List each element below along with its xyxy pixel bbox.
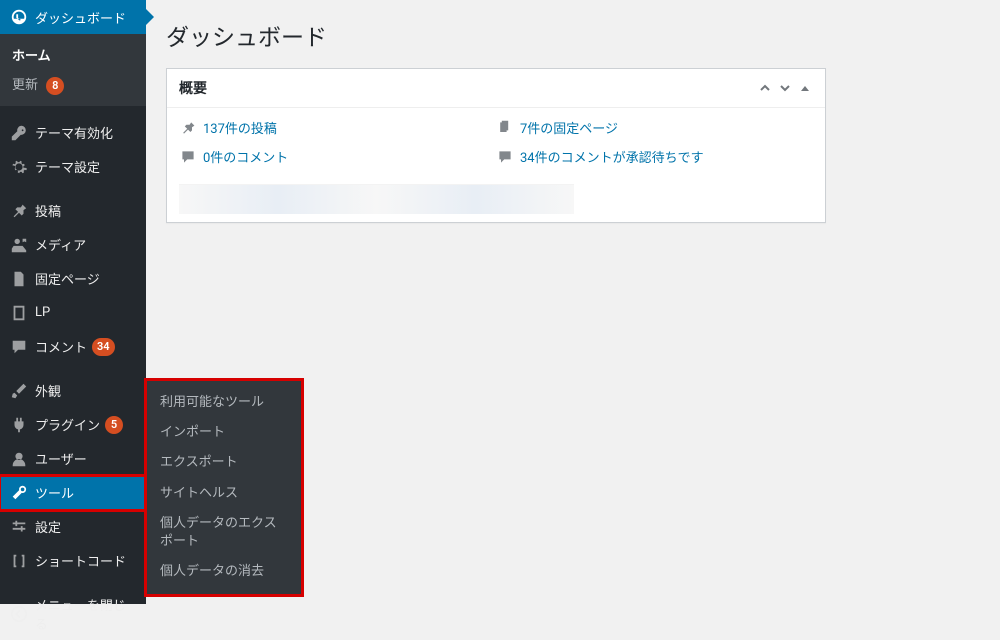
sidebar-label: プラグイン (35, 415, 100, 434)
sidebar-item-dashboard[interactable]: ダッシュボード (0, 0, 146, 34)
admin-sidebar: ダッシュボード ホーム 更新 8 テーマ有効化 テーマ設定 投稿 メディア (0, 0, 146, 604)
posts-link[interactable]: 137件の投稿 (203, 118, 277, 137)
media-icon (9, 235, 29, 255)
pages-link[interactable]: 7件の固定ページ (520, 118, 618, 137)
sidebar-item-tools[interactable]: ツール (0, 476, 146, 510)
comment-icon (496, 148, 514, 166)
sidebar-label: 設定 (35, 517, 61, 536)
pending-comments-link[interactable]: 34件のコメントが承認待ちです (520, 147, 704, 166)
sidebar-label: メディア (35, 235, 86, 254)
sidebar-label: テーマ有効化 (35, 123, 113, 142)
panel-title: 概要 (179, 78, 207, 98)
sidebar-label: ショートコード (35, 551, 126, 570)
flyout-item-import[interactable]: インポート (146, 418, 302, 448)
comment-icon (9, 337, 29, 357)
sidebar-label: 投稿 (35, 201, 61, 220)
sidebar-subitem-home[interactable]: ホーム (0, 40, 146, 69)
flyout-item-export-personal-data[interactable]: 個人データのエクスポート (146, 509, 302, 557)
comments-link[interactable]: 0件のコメント (203, 147, 288, 166)
stat-comments: 0件のコメント (179, 147, 496, 166)
plugins-badge: 5 (105, 416, 123, 434)
sidebar-item-posts[interactable]: 投稿 (0, 194, 146, 228)
sidebar-label: コメント (35, 337, 87, 356)
flyout-item-available-tools[interactable]: 利用可能なツール (146, 388, 302, 418)
key-icon (9, 123, 29, 143)
sidebar-item-comments[interactable]: コメント 34 (0, 330, 146, 364)
user-icon (9, 449, 29, 469)
sidebar-subitem-updates[interactable]: 更新 8 (0, 69, 146, 100)
tools-flyout-submenu: 利用可能なツール インポート エクスポート サイトヘルス 個人データのエクスポー… (146, 380, 302, 595)
panel-controls (757, 82, 813, 94)
stat-pages: 7件の固定ページ (496, 118, 813, 137)
pin-icon (9, 201, 29, 221)
sidebar-label: ツール (35, 483, 74, 502)
gear-icon (9, 157, 29, 177)
stat-pending-comments: 34件のコメントが承認待ちです (496, 147, 813, 166)
stat-posts: 137件の投稿 (179, 118, 496, 137)
plugin-icon (9, 415, 29, 435)
page-icon (9, 269, 29, 289)
flyout-item-erase-personal-data[interactable]: 個人データの消去 (146, 557, 302, 587)
brush-icon (9, 381, 29, 401)
sidebar-item-lp[interactable]: LP (0, 296, 146, 330)
sidebar-item-settings[interactable]: 設定 (0, 510, 146, 544)
panel-toggle-up-icon[interactable] (757, 82, 773, 94)
sidebar-item-pages[interactable]: 固定ページ (0, 262, 146, 296)
comment-icon (179, 148, 197, 166)
sidebar-item-users[interactable]: ユーザー (0, 442, 146, 476)
sidebar-item-plugins[interactable]: プラグイン 5 (0, 408, 146, 442)
flyout-item-export[interactable]: エクスポート (146, 448, 302, 478)
sidebar-label: テーマ設定 (35, 157, 100, 176)
pages-icon (496, 119, 514, 137)
panel-footer-skeleton (179, 184, 574, 214)
overview-panel: 概要 137件の投稿 (166, 68, 826, 223)
sidebar-item-theme-activate[interactable]: テーマ有効化 (0, 116, 146, 150)
sidebar-item-media[interactable]: メディア (0, 228, 146, 262)
page-title: ダッシュボード (166, 18, 980, 52)
wrench-icon (9, 483, 29, 503)
sidebar-label: ダッシュボード (35, 8, 126, 27)
dashboard-icon (9, 7, 29, 27)
sidebar-item-collapse[interactable]: メニューを閉じる (0, 588, 146, 640)
sidebar-item-theme-settings[interactable]: テーマ設定 (0, 150, 146, 184)
panel-toggle-down-icon[interactable] (777, 82, 793, 94)
comments-badge: 34 (92, 338, 115, 356)
sidebar-item-shortcode[interactable]: ショートコード (0, 544, 146, 578)
sidebar-submenu-dashboard: ホーム 更新 8 (0, 34, 146, 106)
sidebar-label: 固定ページ (35, 269, 100, 288)
sidebar-item-appearance[interactable]: 外観 (0, 374, 146, 408)
sidebar-label: 外観 (35, 381, 61, 400)
sidebar-label: メニューを閉じる (35, 595, 138, 633)
updates-badge: 8 (46, 77, 64, 95)
shortcode-icon (9, 551, 29, 571)
panel-header: 概要 (167, 69, 825, 108)
panel-collapse-icon[interactable] (797, 82, 813, 94)
sidebar-label: LP (35, 305, 50, 320)
sidebar-label: ユーザー (35, 449, 87, 468)
document-icon (9, 303, 29, 323)
sliders-icon (9, 517, 29, 537)
flyout-item-site-health[interactable]: サイトヘルス (146, 479, 302, 509)
pin-icon (179, 119, 197, 137)
panel-body: 137件の投稿 7件の固定ページ 0件のコメント (167, 108, 825, 180)
collapse-icon (9, 604, 29, 624)
